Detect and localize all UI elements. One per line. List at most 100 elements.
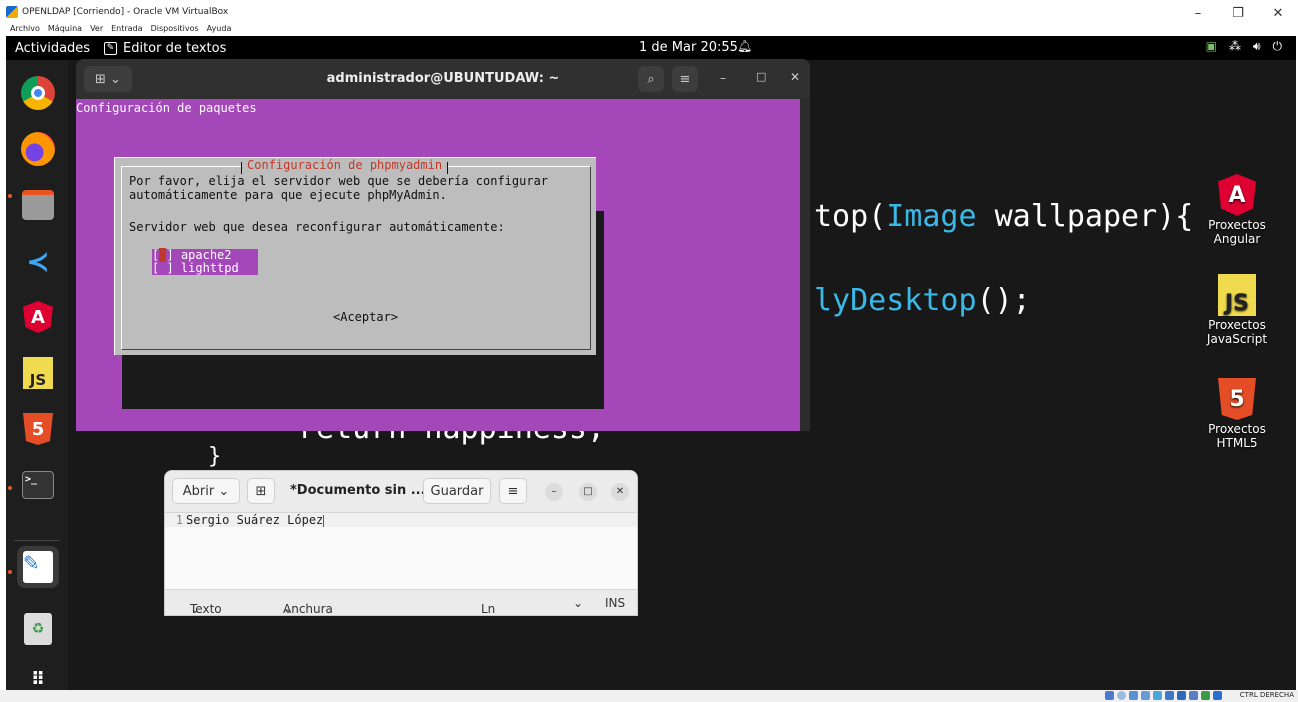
wallpaper-text: ();	[976, 283, 1031, 318]
close-icon[interactable]: ✕	[1258, 0, 1298, 28]
recording-icon[interactable]	[1189, 691, 1198, 700]
cpu-icon[interactable]	[1201, 691, 1210, 700]
chevron-down-icon[interactable]: ⌄	[573, 596, 583, 610]
menu-archivo[interactable]: Archivo	[10, 24, 40, 36]
javascript-icon[interactable]: JS	[17, 352, 59, 394]
vbox-window-controls: – ❐ ✕	[1178, 0, 1298, 28]
option-lighttpd[interactable]: [ ] lighttpd	[152, 262, 258, 275]
terminal-close-icon[interactable]: ✕	[790, 70, 800, 84]
vscode-icon[interactable]: ≺	[17, 240, 59, 282]
line-number: 1	[175, 513, 183, 527]
vbox-statusbar: CTRL DERECHA	[0, 690, 1298, 702]
audio-icon[interactable]	[1129, 691, 1138, 700]
desktop-icon-label: Proxectos Angular	[1208, 218, 1266, 246]
terminal-scrollbar[interactable]	[800, 99, 810, 431]
editor-close-icon[interactable]: ✕	[611, 483, 629, 501]
terminal-icon[interactable]: >_	[17, 464, 59, 506]
terminal-search-button[interactable]: ⌕	[638, 66, 664, 92]
terminal-minimize-icon[interactable]: –	[720, 71, 726, 85]
terminal-running-dot	[8, 486, 12, 490]
menu-maquina[interactable]: Máquina	[48, 24, 82, 36]
desktop-icon-label: Proxectos HTML5	[1208, 422, 1266, 450]
text-caret	[323, 514, 325, 527]
wallpaper-code-line4: }	[208, 444, 222, 469]
mouse-integration-icon[interactable]	[1213, 691, 1222, 700]
vbox-menubar: Archivo Máquina Ver Entrada Dispositivos…	[0, 24, 231, 36]
activities-button[interactable]: Actividades	[6, 41, 104, 56]
wallpaper-keyword: lyDesktop	[814, 283, 977, 318]
html5-folder-icon: 5	[1218, 378, 1256, 420]
editor-line-text: Sergio Suárez López	[186, 513, 324, 527]
trash-icon[interactable]: ♻	[17, 608, 59, 650]
clock[interactable]: 1 de Mar 20:55	[639, 40, 738, 55]
angular-icon[interactable]: A	[17, 296, 59, 338]
menu-ayuda[interactable]: Ayuda	[207, 24, 232, 36]
save-button[interactable]: Guardar	[423, 478, 491, 504]
checkbox-lighttpd[interactable]: [ ]	[152, 261, 174, 275]
app-menu-label: Editor de textos	[123, 40, 227, 56]
editor-menu-button[interactable]: ≡	[499, 478, 527, 504]
desktop-folder-html5[interactable]: 5 Proxectos HTML5	[1187, 378, 1287, 450]
accept-button[interactable]: <Aceptar>	[333, 310, 398, 324]
menu-dispositivos[interactable]: Dispositivos	[151, 24, 199, 36]
option-label: lighttpd	[180, 261, 239, 275]
usb-icon[interactable]	[1153, 691, 1162, 700]
screen-record-icon: ▣	[1205, 39, 1217, 53]
terminal-menu-button[interactable]: ≡	[672, 66, 698, 92]
text-editor-window: Abrir ⌄ ⊞ *Documento sin ... Guardar ≡ –…	[164, 470, 638, 616]
terminal-headerbar: ⊞ ⌄ administrador@UBUNTUDAW: ~ ⌕ ≡ – □ ✕	[76, 59, 810, 99]
hdd-icon[interactable]	[1105, 691, 1114, 700]
system-tray[interactable]: ▣ ⁂ 🔊︎ ⏻	[1206, 39, 1282, 54]
network-adapter-icon[interactable]	[1141, 691, 1150, 700]
firefox-icon[interactable]	[17, 128, 59, 170]
maximize-icon[interactable]: ❐	[1218, 0, 1258, 28]
hamburger-icon: ≡	[679, 71, 691, 87]
menu-ver[interactable]: Ver	[90, 24, 103, 36]
app-menu[interactable]: ✎ Editor de textos	[104, 41, 226, 56]
open-button[interactable]: Abrir ⌄	[172, 478, 240, 504]
angular-folder-icon: A	[1218, 174, 1256, 216]
text-editor-dock-icon[interactable]: ✎	[17, 546, 59, 588]
notification-bell-icon: 🔔︎	[737, 39, 753, 53]
option-label: apache2	[180, 248, 232, 262]
display-icon[interactable]	[1177, 691, 1186, 700]
insert-mode[interactable]: INS	[605, 596, 625, 610]
wallpaper-text: top(	[814, 199, 887, 234]
files-icon[interactable]	[17, 184, 59, 226]
volume-icon: 🔊︎	[1252, 39, 1261, 53]
new-document-icon: ⊞	[255, 483, 267, 499]
new-document-button[interactable]: ⊞	[247, 478, 275, 504]
host-key-label: CTRL DERECHA	[1239, 691, 1294, 699]
terminal-content[interactable]: Configuración de paquetes Configuración …	[76, 99, 800, 431]
html5-icon[interactable]: 5	[17, 408, 59, 450]
optical-drive-icon[interactable]	[1117, 691, 1126, 700]
minimize-icon[interactable]: –	[1178, 0, 1218, 28]
open-button-label: Abrir	[182, 483, 215, 499]
wallpaper-code-line1: top(Image wallpaper){	[814, 199, 1193, 234]
vbox-titlebar: OPENLDAP [Corriendo] - Oracle VM Virtual…	[0, 0, 1298, 24]
terminal-maximize-icon[interactable]: □	[756, 70, 766, 83]
desktop-folder-javascript[interactable]: JS Proxectos JavaScript	[1195, 274, 1279, 346]
menu-entrada[interactable]: Entrada	[111, 24, 142, 36]
show-apps-icon[interactable]: ⠿	[17, 658, 59, 690]
icon-glyph: JS	[1224, 291, 1250, 316]
dialog-title: Configuración de phpmyadmin	[241, 158, 449, 174]
editor-headerbar: Abrir ⌄ ⊞ *Documento sin ... Guardar ≡ –…	[165, 471, 637, 513]
phpmyadmin-dialog: Configuración de phpmyadmin Por favor, e…	[114, 157, 596, 355]
checkbox-apache2[interactable]: [*]	[152, 248, 174, 262]
terminal-title: administrador@UBUNTUDAW: ~	[326, 71, 560, 86]
desktop-folder-angular[interactable]: A Proxectos Angular	[1195, 174, 1279, 246]
dialog-message: Por favor, elija el servidor web que se …	[129, 174, 549, 202]
chrome-icon[interactable]	[17, 72, 59, 114]
desktop-icon-label: Proxectos JavaScript	[1206, 318, 1268, 346]
editor-maximize-icon[interactable]: □	[579, 483, 597, 501]
chevron-down-icon: ⌄	[218, 483, 230, 499]
document-title: *Documento sin ...	[290, 483, 426, 498]
shared-folders-icon[interactable]	[1165, 691, 1174, 700]
virtualbox-icon	[6, 6, 18, 18]
terminal-window: ⊞ ⌄ administrador@UBUNTUDAW: ~ ⌕ ≡ – □ ✕…	[76, 59, 810, 431]
editor-minimize-icon[interactable]: –	[545, 483, 563, 501]
editor-running-dot	[8, 570, 12, 574]
editor-text-area[interactable]: 1 Sergio Suárez López	[165, 513, 637, 527]
power-icon: ⏻	[1272, 39, 1283, 53]
